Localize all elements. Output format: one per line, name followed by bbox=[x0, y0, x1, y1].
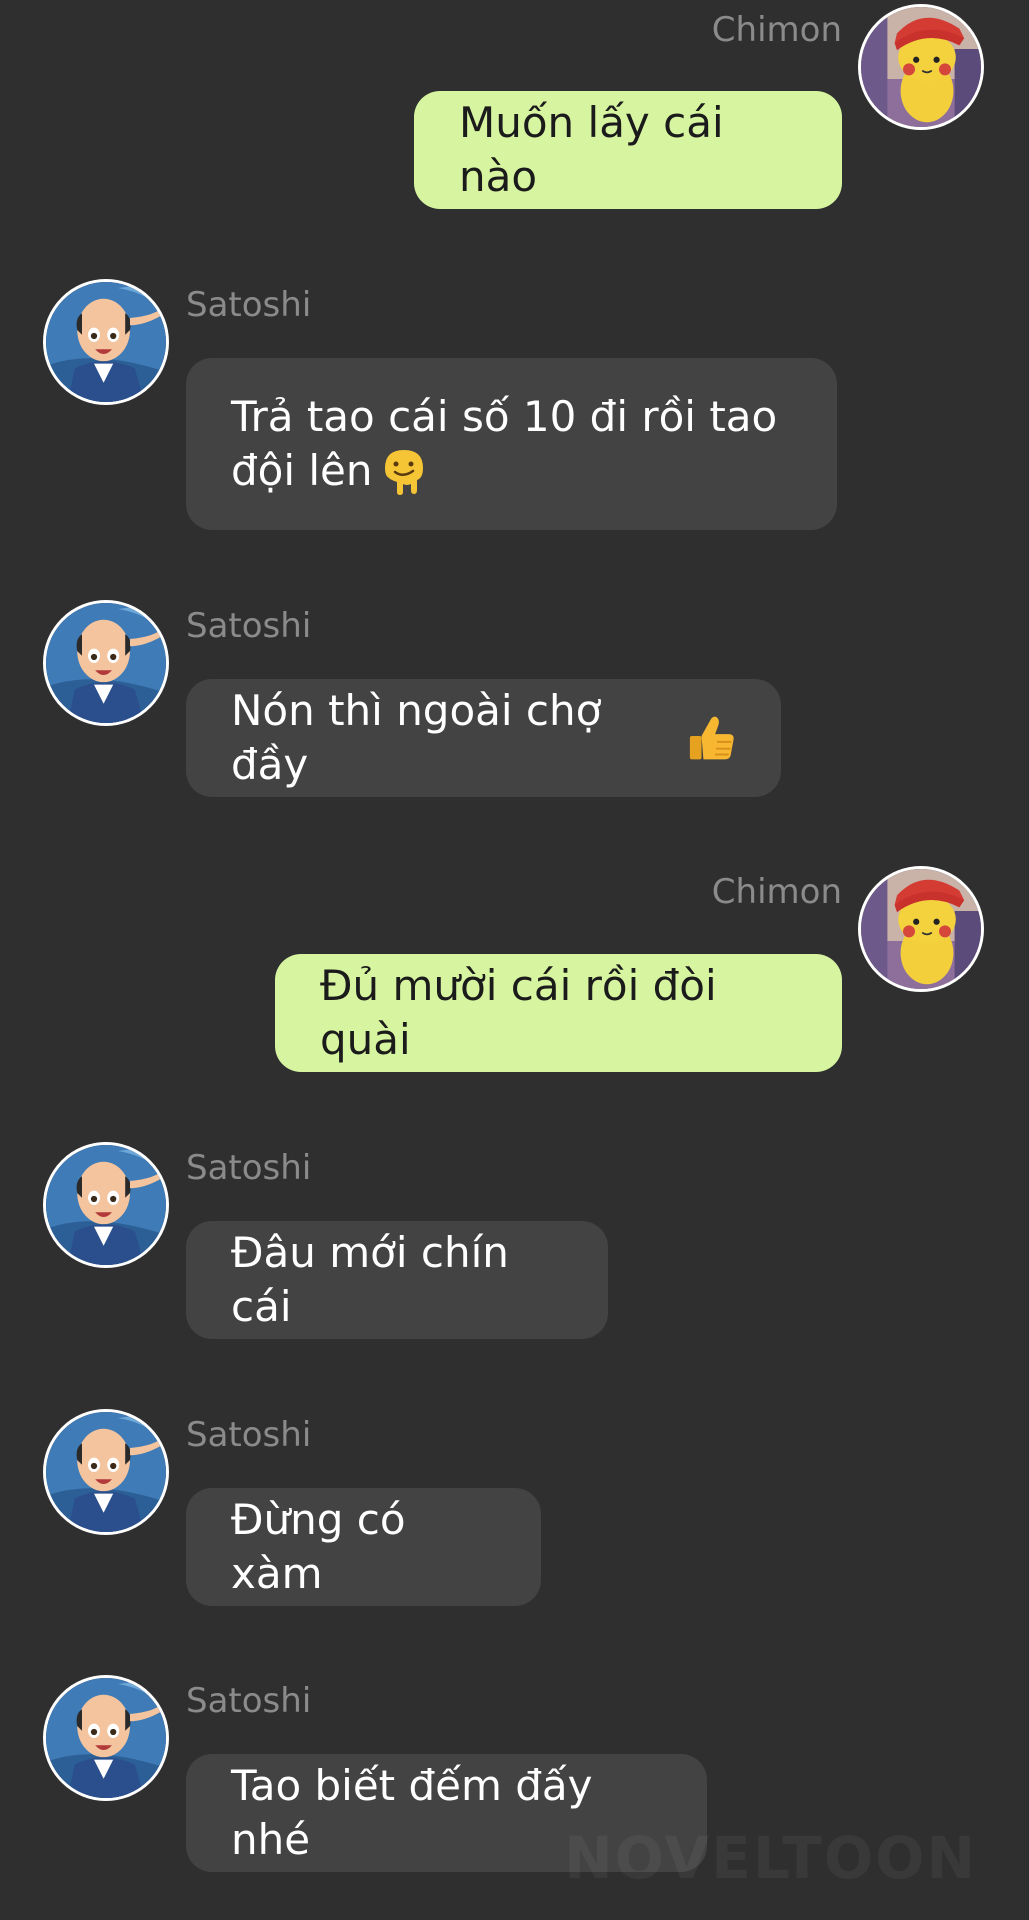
sender-name: Satoshi bbox=[186, 1415, 312, 1455]
pikachu-avatar-icon bbox=[861, 869, 981, 989]
message-text-line: Trả tao cái số 10 đi rồi tao bbox=[231, 392, 778, 441]
pikachu-avatar-icon bbox=[861, 7, 981, 127]
avatar[interactable] bbox=[858, 866, 984, 992]
outgoing-message-bubble[interactable]: Muốn lấy cái nào bbox=[414, 91, 842, 209]
watermark: NOVELTOON bbox=[564, 1824, 977, 1892]
message-text-line: Nón thì ngoài chợ đầy bbox=[231, 684, 736, 792]
message-text: Đâu mới chín cái bbox=[231, 1228, 509, 1331]
message-text: Muốn lấy cái nào bbox=[459, 98, 724, 201]
avatar[interactable] bbox=[43, 1409, 169, 1535]
message-text: Đủ mười cái rồi đòi quài bbox=[320, 961, 717, 1064]
thumbs-up-emoji-icon bbox=[689, 716, 734, 760]
ash-avatar-icon bbox=[46, 603, 166, 723]
message-text: Đừng có xàm bbox=[231, 1495, 406, 1598]
sender-name: Satoshi bbox=[186, 1681, 312, 1721]
incoming-message-bubble[interactable]: Nón thì ngoài chợ đầy bbox=[186, 679, 781, 797]
incoming-message-bubble[interactable]: Đừng có xàm bbox=[186, 1488, 541, 1606]
outgoing-message-bubble[interactable]: Đủ mười cái rồi đòi quài bbox=[275, 954, 842, 1072]
avatar[interactable] bbox=[43, 600, 169, 726]
ash-avatar-icon bbox=[46, 1145, 166, 1265]
sender-name: Chimon bbox=[711, 10, 842, 50]
message-text-line: đội lên bbox=[231, 444, 792, 498]
ash-avatar-icon bbox=[46, 1678, 166, 1798]
melting-face-emoji-icon bbox=[384, 450, 423, 495]
avatar[interactable] bbox=[43, 279, 169, 405]
sender-name: Satoshi bbox=[186, 285, 312, 325]
ash-avatar-icon bbox=[46, 282, 166, 402]
message-text: Nón thì ngoài chợ đầy bbox=[231, 686, 602, 789]
sender-name: Satoshi bbox=[186, 1148, 312, 1188]
sender-name: Satoshi bbox=[186, 606, 312, 646]
incoming-message-bubble[interactable]: Đâu mới chín cái bbox=[186, 1221, 608, 1339]
avatar[interactable] bbox=[43, 1675, 169, 1801]
avatar[interactable] bbox=[858, 4, 984, 130]
ash-avatar-icon bbox=[46, 1412, 166, 1532]
incoming-message-bubble[interactable]: Trả tao cái số 10 đi rồi tao đội lên bbox=[186, 358, 837, 530]
avatar[interactable] bbox=[43, 1142, 169, 1268]
sender-name: Chimon bbox=[711, 872, 842, 912]
